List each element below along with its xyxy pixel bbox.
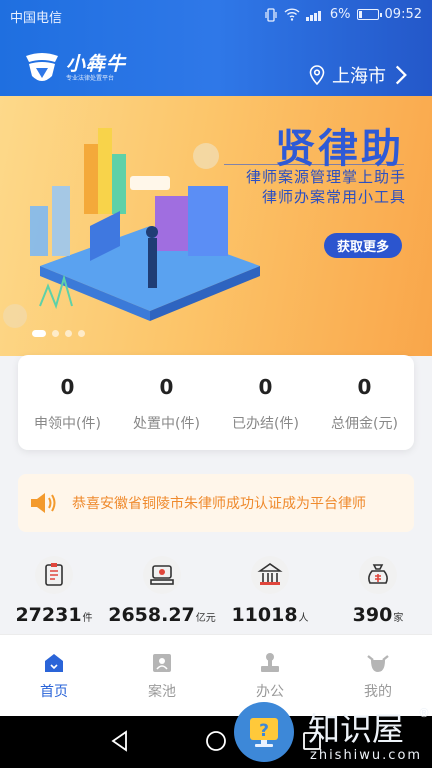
location-pin-icon bbox=[309, 65, 325, 85]
clock: 09:52 bbox=[384, 7, 422, 22]
logo-name: 小犇牛 bbox=[66, 52, 127, 75]
carrier-label: 中国电信 bbox=[10, 11, 63, 26]
metric-value: 2658.27 bbox=[108, 604, 195, 626]
document-icon bbox=[35, 556, 73, 594]
metric-unit: 亿元 bbox=[195, 613, 216, 624]
banner-subtitle-1: 律师案源管理掌上助手 bbox=[245, 168, 406, 186]
app-screen: 中国电信 6% 09:52 小犇牛 专业法律处置平台 上海市 贤律助 律师案源管… bbox=[0, 0, 432, 768]
help-button[interactable]: ? bbox=[234, 702, 294, 762]
stat-value: 0 bbox=[357, 375, 372, 399]
tab-label: 首页 bbox=[40, 684, 68, 700]
stat-processing[interactable]: 0 处置中(件) bbox=[117, 355, 216, 450]
banner-subtitle-2: 律师办案常用小工具 bbox=[261, 188, 406, 206]
carousel-dot[interactable] bbox=[65, 330, 72, 337]
profile-icon bbox=[367, 655, 389, 672]
home-nav-icon[interactable] bbox=[205, 730, 227, 752]
tab-case-pool[interactable]: 案池 bbox=[108, 635, 216, 716]
stat-label: 已办结(件) bbox=[232, 416, 299, 432]
office-icon bbox=[261, 653, 279, 672]
battery-percent: 6% bbox=[329, 7, 351, 22]
metric-unit: 件 bbox=[82, 613, 93, 624]
get-more-button[interactable]: 获取更多 bbox=[324, 233, 402, 258]
status-icons: 6% 09:52 bbox=[264, 7, 422, 22]
carousel-dot[interactable] bbox=[32, 330, 46, 337]
metric-unit: 家 bbox=[393, 613, 404, 624]
carousel-dot[interactable] bbox=[52, 330, 59, 337]
stat-applying[interactable]: 0 申领中(件) bbox=[18, 355, 117, 450]
svg-text:?: ? bbox=[259, 721, 269, 741]
watermark-cn: 知识屋 bbox=[308, 710, 405, 748]
app-logo: 小犇牛 专业法律处置平台 bbox=[22, 50, 126, 86]
case-stats-card: 0 申领中(件) 0 处置中(件) 0 已办结(件) 0 总佣金(元) bbox=[18, 355, 414, 450]
status-bar: 中国电信 6% 09:52 bbox=[0, 0, 432, 32]
stat-value: 0 bbox=[258, 375, 273, 399]
watermark-en: zhishiwu.com bbox=[310, 748, 423, 763]
home-icon bbox=[45, 654, 63, 672]
vibrate-icon bbox=[265, 7, 277, 22]
app-bar: 小犇牛 专业法律处置平台 上海市 bbox=[0, 40, 432, 96]
tab-label: 我的 bbox=[364, 684, 392, 700]
speaker-icon bbox=[31, 493, 56, 513]
stat-label: 处置中(件) bbox=[133, 416, 200, 432]
banner-divider bbox=[224, 164, 404, 165]
back-icon[interactable] bbox=[110, 730, 130, 752]
stamp-machine-icon bbox=[143, 556, 181, 594]
metric-value: 11018 bbox=[231, 604, 298, 626]
notice-bar[interactable]: 恭喜安徽省铜陵市朱律师成功认证成为平台律师 bbox=[18, 474, 414, 532]
metric-institutions: 390 家 bbox=[324, 556, 432, 634]
metric-amount: 2658.27 亿元 bbox=[108, 556, 216, 634]
money-bag-icon bbox=[359, 556, 397, 594]
metric-value: 27231 bbox=[15, 604, 82, 626]
tab-label: 案池 bbox=[148, 684, 176, 700]
court-icon bbox=[251, 556, 289, 594]
help-monitor-icon: ? bbox=[250, 718, 278, 747]
metric-cases: 27231 件 bbox=[0, 556, 108, 634]
metric-value: 390 bbox=[352, 604, 393, 626]
stat-label: 申领中(件) bbox=[34, 416, 101, 432]
stat-completed[interactable]: 0 已办结(件) bbox=[216, 355, 315, 450]
watermark-mark: ® bbox=[418, 706, 430, 720]
watermark: 知识屋 ® zhishiwu.com bbox=[300, 704, 432, 768]
stat-value: 0 bbox=[60, 375, 75, 399]
metric-lawyers: 11018 人 bbox=[216, 556, 324, 634]
bull-logo-icon bbox=[26, 53, 58, 81]
case-pool-icon bbox=[153, 654, 171, 672]
metric-unit: 人 bbox=[298, 613, 309, 624]
logo-subtitle: 专业法律处置平台 bbox=[66, 74, 115, 82]
carousel-indicator[interactable] bbox=[32, 330, 85, 337]
wifi-icon bbox=[284, 8, 300, 21]
notice-text: 恭喜安徽省铜陵市朱律师成功认证成为平台律师 bbox=[72, 496, 366, 512]
city-selector[interactable]: 上海市 bbox=[308, 62, 410, 88]
stat-commission[interactable]: 0 总佣金(元) bbox=[315, 355, 414, 450]
chevron-right-icon bbox=[395, 65, 407, 85]
stat-value: 0 bbox=[159, 375, 174, 399]
signal-icon bbox=[305, 9, 324, 21]
tab-label: 办公 bbox=[256, 684, 284, 700]
carousel-dot[interactable] bbox=[78, 330, 85, 337]
battery-icon bbox=[356, 9, 382, 20]
stat-label: 总佣金(元) bbox=[331, 416, 398, 432]
city-label: 上海市 bbox=[332, 66, 386, 87]
tab-home[interactable]: 首页 bbox=[0, 635, 108, 716]
platform-metrics: 27231 件 2658.27 亿元 11018 人 390 家 bbox=[0, 556, 432, 634]
promo-banner[interactable]: 贤律助 律师案源管理掌上助手 律师办案常用小工具 获取更多 bbox=[0, 96, 432, 356]
header-background: 中国电信 6% 09:52 小犇牛 专业法律处置平台 上海市 bbox=[0, 0, 432, 96]
banner-illustration bbox=[3, 128, 260, 328]
